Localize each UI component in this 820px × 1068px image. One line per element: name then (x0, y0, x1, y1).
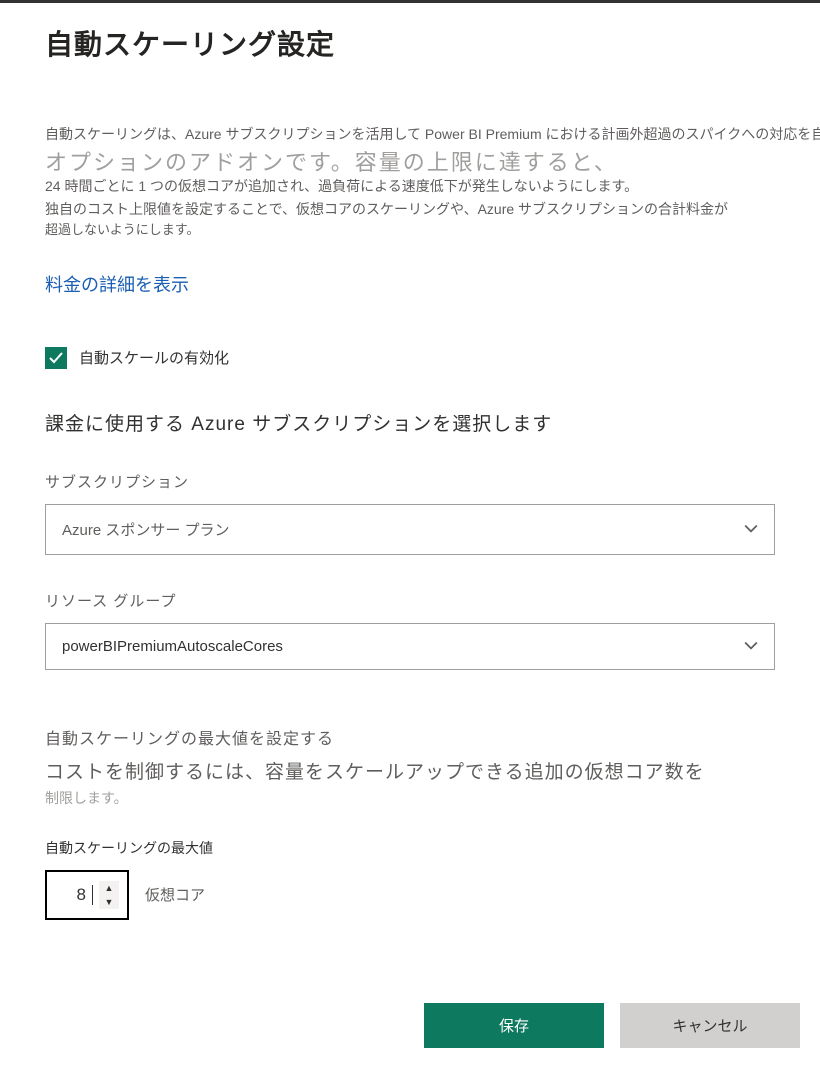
page-title: 自動スケーリング設定 (45, 23, 775, 63)
chevron-down-icon (744, 522, 758, 536)
resource-group-label: リソース グループ (45, 590, 775, 611)
button-bar: 保存 キャンセル (0, 991, 820, 1068)
subscription-label: サブスクリプション (45, 471, 775, 492)
enable-autoscale-checkbox[interactable] (45, 347, 67, 369)
max-spinner-row: 8 ▲ ▼ 仮想コア (45, 870, 775, 920)
chevron-down-icon (744, 639, 758, 653)
enable-autoscale-row: 自動スケールの有効化 (45, 347, 775, 369)
desc-line-4: 超過しないようにします。 (45, 220, 775, 241)
max-spinner-input[interactable]: 8 ▲ ▼ (45, 870, 129, 920)
enable-autoscale-label: 自動スケールの有効化 (79, 347, 229, 368)
set-max-label: 自動スケーリングの最大値を設定する (45, 725, 775, 749)
max-description: コストを制御するには、容量をスケールアップできる追加の仮想コア数を (45, 757, 775, 784)
desc-line-1: 自動スケーリングは、Azure サブスクリプションを活用して Power BI … (45, 123, 775, 145)
subscription-value: Azure スポンサー プラン (62, 519, 230, 540)
max-unit-label: 仮想コア (145, 884, 205, 905)
max-input-label: 自動スケーリングの最大値 (45, 838, 775, 858)
cancel-button[interactable]: キャンセル (620, 1003, 800, 1048)
spinner-buttons: ▲ ▼ (99, 881, 119, 909)
desc-line-2: 24 時間ごとに 1 つの仮想コアが追加され、過負荷による速度低下が発生しないよ… (45, 175, 775, 197)
resource-group-select[interactable]: powerBIPremiumAutoscaleCores (45, 623, 775, 670)
save-button[interactable]: 保存 (424, 1003, 604, 1048)
desc-overlay: オプションのアドオンです。容量の上限に達すると、 (45, 145, 618, 177)
show-pricing-link[interactable]: 料金の詳細を表示 (45, 271, 189, 297)
spinner-down-button[interactable]: ▼ (99, 895, 119, 909)
checkmark-icon (48, 350, 64, 366)
max-description-2: 制限します。 (45, 788, 775, 808)
description-block: 自動スケーリングは、Azure サブスクリプションを活用して Power BI … (45, 123, 775, 297)
spinner-up-button[interactable]: ▲ (99, 881, 119, 895)
max-spinner-value: 8 (55, 885, 93, 905)
subscription-section-title: 課金に使用する Azure サブスクリプションを選択します (45, 409, 775, 436)
subscription-select[interactable]: Azure スポンサー プラン (45, 504, 775, 555)
resource-group-value: powerBIPremiumAutoscaleCores (62, 638, 283, 655)
desc-line-3: 独自のコスト上限値を設定することで、仮想コアのスケーリングや、Azure サブス… (45, 198, 775, 220)
